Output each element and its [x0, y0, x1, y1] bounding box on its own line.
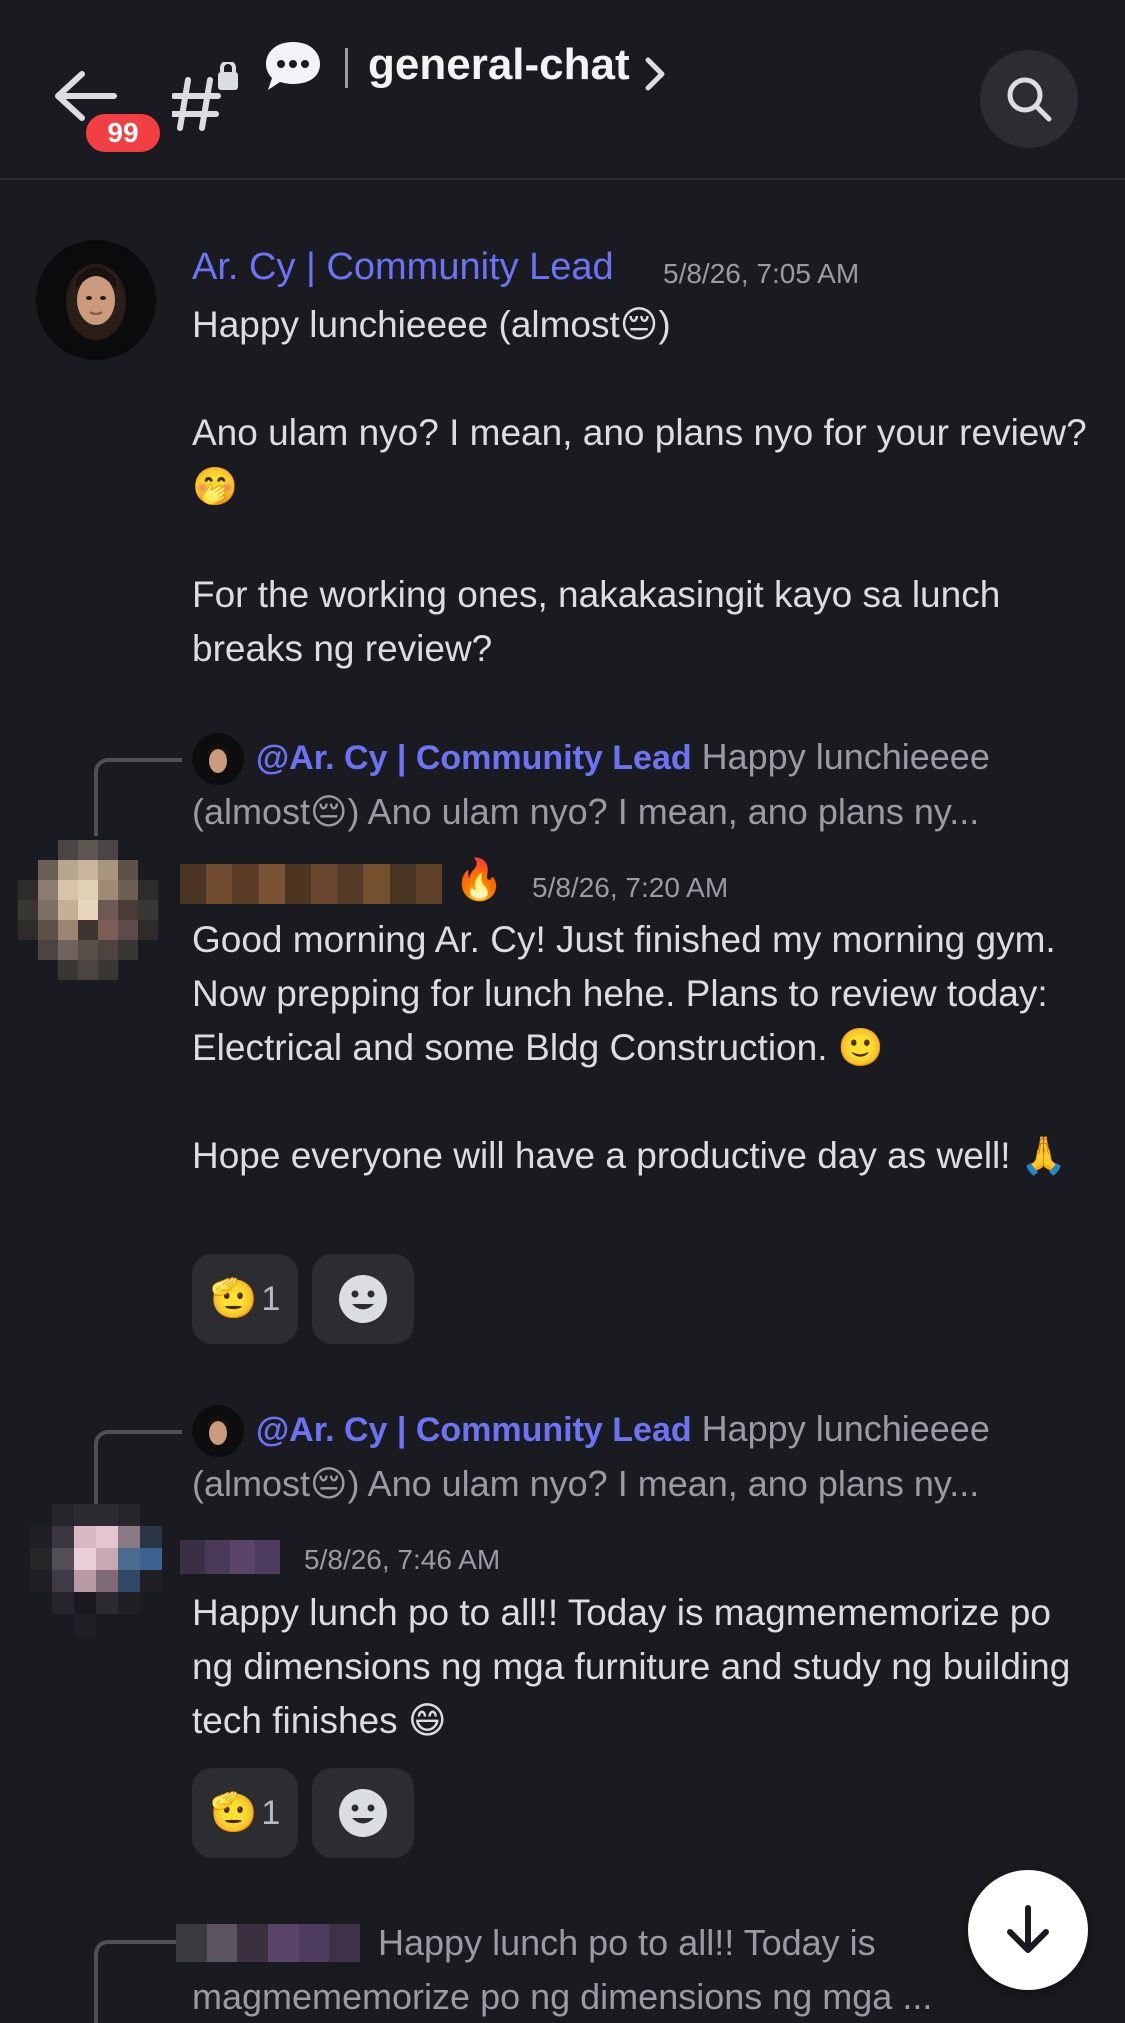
chevron-right-icon[interactable] — [640, 54, 670, 94]
smiley-icon — [339, 1275, 388, 1323]
reply-connector — [94, 1940, 176, 2023]
message-timestamp: 5/8/26, 7:20 AM — [532, 872, 729, 903]
reply-avatar — [192, 1405, 244, 1458]
avatar[interactable] — [18, 840, 158, 980]
add-reaction-button[interactable] — [312, 1254, 415, 1344]
avatar[interactable] — [36, 240, 156, 360]
message-timestamp: 5/8/26, 7:46 AM — [304, 1544, 501, 1575]
message-content: Happy lunch po to all!! Today is magmeme… — [192, 1586, 1097, 1748]
message-paragraph: Happy lunchieeee (almost😔) — [192, 304, 671, 345]
reaction-bar: 🫡 1 — [192, 1254, 415, 1344]
reaction-bar: 🫡 1 — [192, 1768, 415, 1858]
message-content: Good morning Ar. Cy! Just finished my mo… — [192, 913, 1097, 1183]
locked-channel-icon — [172, 62, 238, 131]
message-author[interactable]: Ar. Cy | Community Lead — [192, 246, 614, 289]
channel-name[interactable]: general-chat — [368, 40, 630, 90]
pixelated-username — [180, 864, 442, 904]
message-paragraph — [192, 514, 1097, 568]
reaction-emoji: 🫡 — [210, 1792, 258, 1834]
message-paragraph: Ano ulam nyo? I mean, ano plans nyo for … — [192, 412, 1087, 507]
message-paragraph — [192, 1075, 1097, 1129]
reply-preview[interactable]: Happy lunch po to all!! Today is magmeme… — [192, 1916, 1012, 2023]
pixelated-username — [180, 1540, 280, 1574]
threads-icon[interactable] — [262, 38, 324, 94]
message-paragraph: Good morning Ar. Cy! Just finished my mo… — [192, 919, 1056, 1068]
reply-preview[interactable]: @Ar. Cy | Community Lead Happy lunchieee… — [192, 730, 1097, 839]
reaction-count: 1 — [261, 1279, 281, 1318]
message-timestamp: 5/8/26, 7:05 AM — [663, 258, 860, 289]
reaction-pill[interactable]: 🫡 1 — [192, 1768, 299, 1858]
header-divider — [345, 48, 348, 88]
jump-to-present-button[interactable] — [968, 1870, 1088, 1990]
reply-connector — [94, 758, 182, 836]
message-paragraph — [192, 352, 1097, 406]
reply-avatar — [192, 733, 244, 786]
reply-mention[interactable]: @Ar. Cy | Community Lead — [256, 739, 692, 777]
add-reaction-button[interactable] — [312, 1768, 415, 1858]
search-icon — [1007, 77, 1052, 122]
reaction-pill[interactable]: 🫡 1 — [192, 1254, 299, 1344]
pixelated-avatar — [30, 1504, 162, 1636]
message-paragraph: For the working ones, nakakasingit kayo … — [192, 574, 1001, 669]
message-paragraph: Hope everyone will have a productive day… — [192, 1135, 1067, 1176]
arrow-down-icon — [1007, 1905, 1049, 1953]
message-paragraph: Happy lunch po to all!! Today is magmeme… — [192, 1592, 1071, 1741]
reaction-emoji: 🫡 — [210, 1278, 258, 1320]
reply-text: Happy lunch po to all!! Today is magmeme… — [192, 1922, 933, 2017]
reply-mention[interactable]: @Ar. Cy | Community Lead — [256, 1411, 692, 1449]
avatar[interactable] — [30, 1504, 162, 1636]
pixelated-avatar — [18, 840, 158, 980]
unread-badge: 99 — [82, 110, 164, 156]
message-content: Happy lunchieeee (almost😔) Ano ulam nyo?… — [192, 298, 1097, 676]
channel-header: 99 general-chat — [0, 0, 1125, 180]
reaction-count: 1 — [261, 1793, 281, 1832]
reply-connector — [94, 1430, 182, 1508]
author-badge: 🔥 — [454, 858, 504, 902]
smiley-icon — [339, 1789, 388, 1837]
reply-preview[interactable]: @Ar. Cy | Community Lead Happy lunchieee… — [192, 1402, 1097, 1511]
search-button[interactable] — [980, 50, 1078, 148]
